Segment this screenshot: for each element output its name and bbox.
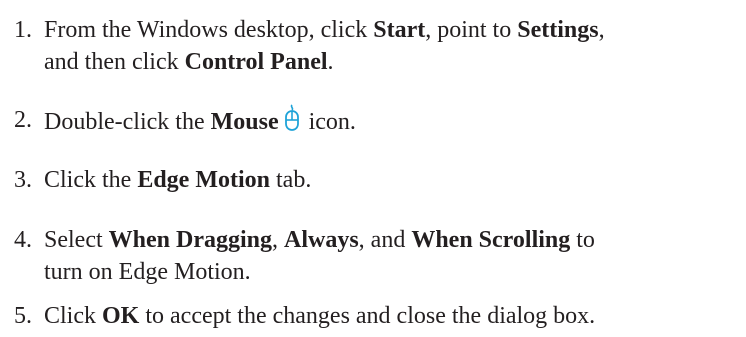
text-run: .	[327, 49, 334, 75]
text-run: ,	[598, 17, 605, 43]
step-text: Double-click the Mouse icon.	[44, 104, 744, 138]
bold-term-settings: Settings	[517, 17, 599, 43]
text-run: Select	[44, 227, 109, 253]
step-line: Click OK to accept the changes and close…	[44, 300, 744, 332]
bold-term-edge-motion: Edge Motion	[137, 167, 270, 193]
text-run: turn on Edge Motion.	[44, 259, 251, 285]
bold-term-ok: OK	[102, 303, 140, 329]
step-text: Select When Dragging, Always, and When S…	[44, 224, 744, 288]
text-run: icon.	[302, 109, 356, 135]
text-run: tab.	[270, 167, 312, 193]
bold-term-always: Always	[284, 227, 359, 253]
mouse-icon	[283, 104, 301, 132]
step-line: Select When Dragging, Always, and When S…	[44, 224, 744, 256]
text-run: ,	[272, 227, 284, 253]
text-run: Double-click the	[44, 109, 211, 135]
text-run: to	[570, 227, 595, 253]
step-number: 4.	[14, 227, 32, 253]
text-run: Click the	[44, 167, 138, 193]
text-run: Click	[44, 303, 102, 329]
text-run: to accept the changes and close the dial…	[139, 303, 596, 329]
step-number: 1.	[14, 17, 32, 43]
text-run: , point to	[425, 17, 518, 43]
step-line: and then click Control Panel.	[44, 46, 744, 78]
bold-term-control-panel: Control Panel	[184, 49, 328, 75]
step-line: Click the Edge Motion tab.	[44, 164, 744, 196]
step-line: Double-click the Mouse icon.	[44, 104, 744, 138]
bold-term-when-scrolling: When Scrolling	[411, 227, 571, 253]
step-number: 3.	[14, 167, 32, 193]
step-line: turn on Edge Motion.	[44, 256, 744, 288]
text-run: and then click	[44, 49, 185, 75]
step-text: Click OK to accept the changes and close…	[44, 300, 744, 332]
step-number: 2.	[14, 107, 32, 133]
text-run: From the Windows desktop, click	[44, 17, 374, 43]
step-number: 5.	[14, 303, 32, 329]
bold-term-when-dragging: When Dragging	[108, 227, 272, 253]
bold-term-mouse: Mouse	[210, 109, 279, 135]
bold-term-start: Start	[373, 17, 426, 43]
text-run: , and	[358, 227, 412, 253]
step-line: From the Windows desktop, click Start, p…	[44, 14, 744, 46]
step-text: From the Windows desktop, click Start, p…	[44, 14, 744, 78]
step-text: Click the Edge Motion tab.	[44, 164, 744, 196]
